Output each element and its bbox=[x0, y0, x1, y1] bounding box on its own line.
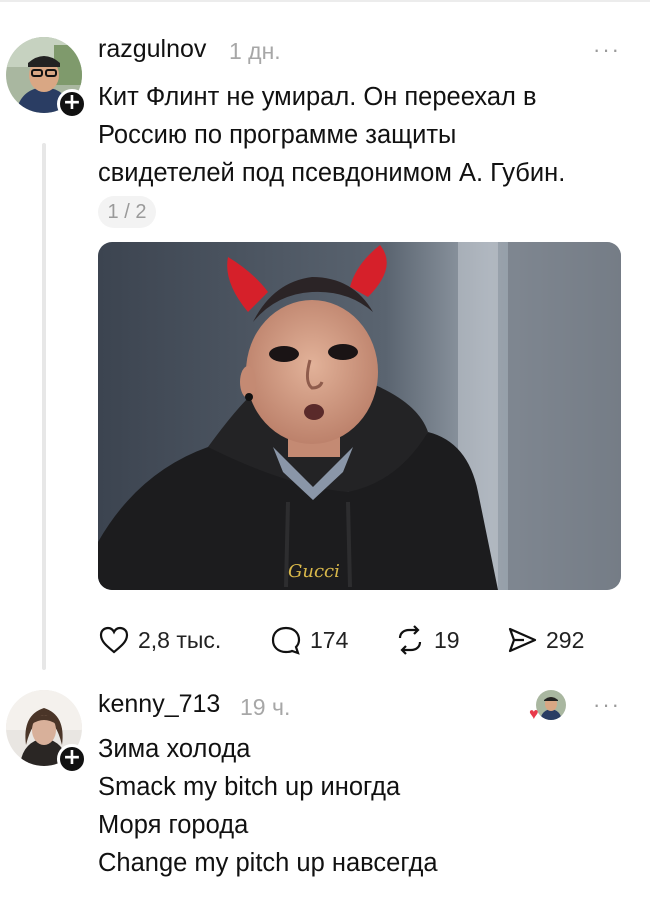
post-photo[interactable]: Gucci bbox=[98, 242, 621, 590]
share-button[interactable]: 292 bbox=[506, 620, 584, 660]
heart-icon bbox=[99, 626, 129, 654]
like-count: 2,8 тыс. bbox=[138, 626, 222, 653]
page-indicator: 1 / 2 bbox=[98, 196, 156, 228]
follow-plus-icon[interactable]: + bbox=[57, 89, 87, 119]
share-count: 292 bbox=[546, 626, 585, 653]
top-divider bbox=[0, 0, 650, 2]
comment-count: 174 bbox=[310, 626, 349, 653]
reply-username[interactable]: kenny_713 bbox=[98, 690, 220, 719]
post-text: Кит Флинт не умирал. Он переехал в Росси… bbox=[98, 78, 565, 192]
liked-by-author-avatar bbox=[536, 690, 566, 720]
repost-count: 19 bbox=[434, 626, 460, 653]
comment-bubble-icon bbox=[271, 626, 301, 655]
repost-button[interactable]: 19 bbox=[394, 620, 460, 660]
reply-more-menu-icon[interactable]: ··· bbox=[593, 692, 621, 718]
send-icon bbox=[508, 627, 537, 653]
post-time: 1 дн. bbox=[229, 38, 281, 64]
author-liked-heart-icon: ♥ bbox=[529, 706, 539, 723]
reply-text-line: Change my pitch up навсегда bbox=[98, 849, 438, 877]
post-text-line: Россию по программе защиты bbox=[98, 121, 457, 149]
thread-line bbox=[42, 143, 46, 670]
like-button[interactable]: 2,8 тыс. bbox=[98, 620, 221, 660]
follow-plus-icon[interactable]: + bbox=[57, 744, 87, 774]
post-text-line: свидетелей под псевдонимом А. Губин. bbox=[98, 159, 566, 187]
reply-time: 19 ч. bbox=[240, 694, 291, 720]
reply-text-line: Моря города bbox=[98, 811, 249, 839]
repost-icon bbox=[398, 625, 422, 655]
reply-text-line: Зима холода bbox=[98, 735, 251, 763]
post-username[interactable]: razgulnov bbox=[98, 35, 206, 64]
reply-text: Зима холода Smack my bitch up иногда Мор… bbox=[98, 730, 438, 882]
post-more-menu-icon[interactable]: ··· bbox=[593, 37, 621, 63]
comment-button[interactable]: 174 bbox=[270, 620, 348, 660]
post-text-line: Кит Флинт не умирал. Он переехал в bbox=[98, 83, 537, 111]
reply-text-line: Smack my bitch up иногда bbox=[98, 773, 401, 801]
photo-logo-text: Gucci bbox=[288, 561, 340, 582]
